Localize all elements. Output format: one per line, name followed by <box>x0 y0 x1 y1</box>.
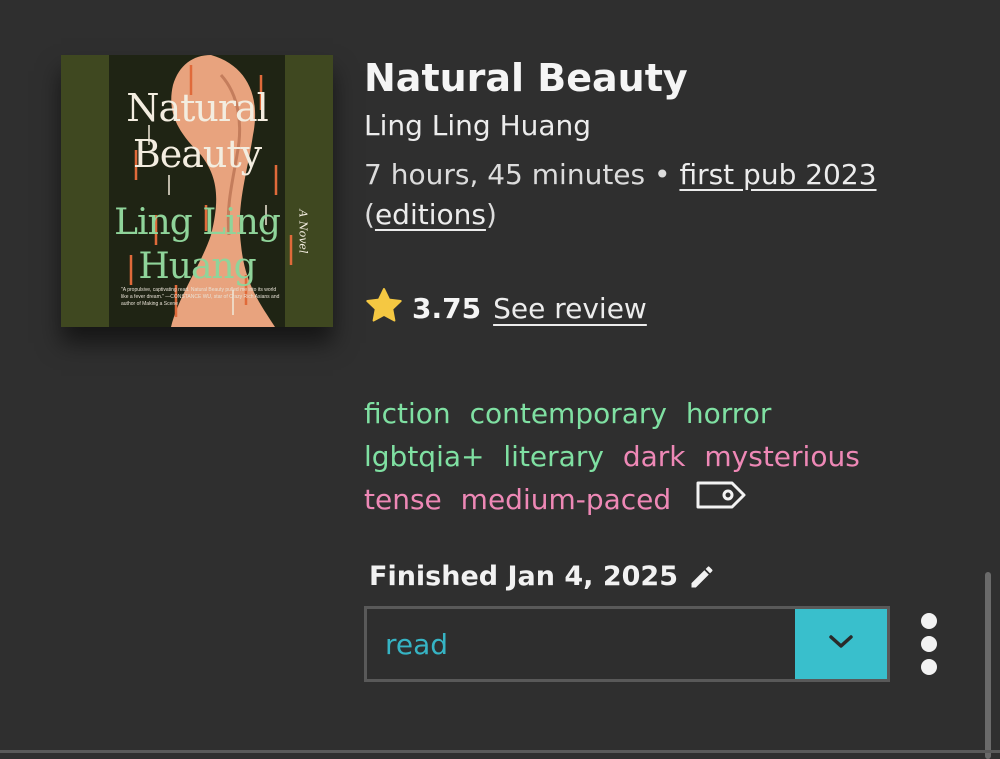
tag-mysterious[interactable]: mysterious <box>704 440 859 473</box>
scrollbar[interactable] <box>985 572 991 759</box>
book-meta: 7 hours, 45 minutes • first pub 2023 <box>364 158 877 191</box>
cover-author: Ling Ling Huang <box>61 201 333 289</box>
cover-title: Natural Beauty <box>61 85 333 177</box>
editions-link[interactable]: editions <box>375 198 486 231</box>
cover-author-line2: Huang <box>138 246 256 287</box>
editions-paren-open: ( <box>364 198 375 231</box>
cover-author-line1: Ling Ling <box>114 202 281 243</box>
editions-paren-close: ) <box>485 198 497 231</box>
tag-list: fiction contemporary horror lgbtqia+ lit… <box>364 392 904 523</box>
see-review-link[interactable]: See review <box>493 292 647 325</box>
chevron-down-icon <box>828 634 854 654</box>
reading-status-value: read <box>385 627 449 661</box>
tag-contemporary[interactable]: contemporary <box>470 397 667 430</box>
kebab-menu-icon[interactable] <box>917 613 941 677</box>
editions-row: (editions) <box>364 198 497 231</box>
rating-row: 3.75 See review <box>364 287 647 329</box>
cover-title-line2: Beauty <box>132 132 262 176</box>
book-author[interactable]: Ling Ling Huang <box>364 109 591 142</box>
finished-label: Finished Jan 4, 2025 <box>369 561 678 592</box>
tag-fiction[interactable]: fiction <box>364 397 451 430</box>
cover-blurb: "A propulsive, captivating read. Natural… <box>121 287 280 307</box>
meta-separator: • <box>645 158 680 191</box>
reading-status-select[interactable]: read <box>364 606 890 682</box>
tag-literary[interactable]: literary <box>503 440 604 473</box>
pencil-icon[interactable] <box>688 563 716 591</box>
tag-medium-paced[interactable]: medium-paced <box>461 483 672 516</box>
rating-value: 3.75 <box>412 291 482 325</box>
tag-dark[interactable]: dark <box>623 440 686 473</box>
tag-tense[interactable]: tense <box>364 483 442 516</box>
star-icon <box>364 287 404 329</box>
finished-date: Finished Jan 4, 2025 <box>369 561 716 592</box>
bottom-divider <box>0 750 1000 753</box>
book-cover[interactable]: Natural Beauty A Novel Ling Ling Huang "… <box>61 55 333 327</box>
cover-title-line1: Natural <box>126 86 269 130</box>
tag-icon[interactable] <box>694 479 748 523</box>
status-dropdown-button[interactable] <box>795 609 887 679</box>
first-pub-link[interactable]: first pub 2023 <box>679 158 876 191</box>
book-title: Natural Beauty <box>364 56 688 100</box>
tag-lgbtqia[interactable]: lgbtqia+ <box>364 440 484 473</box>
tag-horror[interactable]: horror <box>686 397 771 430</box>
book-duration: 7 hours, 45 minutes <box>364 158 646 191</box>
